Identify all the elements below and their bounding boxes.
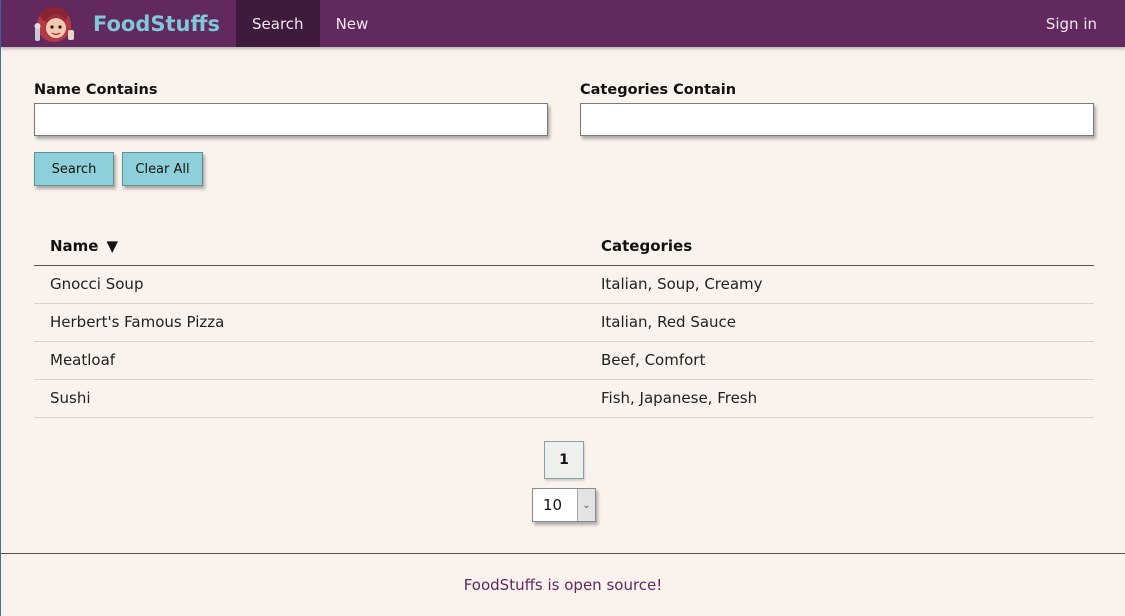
table-row[interactable]: Sushi Fish, Japanese, Fresh [34, 379, 1094, 418]
table-row[interactable]: Meatloaf Beef, Comfort [34, 341, 1094, 380]
column-header-name[interactable]: Name ▼ [34, 227, 585, 266]
chevron-down-icon[interactable]: ⌄ [577, 489, 595, 521]
table-row[interactable]: Gnocci Soup Italian, Soup, Creamy [34, 265, 1094, 304]
cell-name: Gnocci Soup [34, 265, 585, 304]
page-size-value: 10 [543, 496, 563, 514]
table-row[interactable]: Herbert's Famous Pizza Italian, Red Sauc… [34, 303, 1094, 342]
nav-new[interactable]: New [320, 0, 385, 47]
name-contains-input[interactable] [34, 103, 548, 136]
page-number-button[interactable]: 1 [544, 441, 584, 479]
cell-categories: Italian, Soup, Creamy [585, 265, 1094, 304]
chef-avatar-logo-icon [32, 5, 78, 43]
footer: FoodStuffs is open source! [1, 553, 1125, 616]
cell-name: Sushi [34, 379, 585, 418]
sign-in-link[interactable]: Sign in [1030, 0, 1125, 47]
clear-all-button[interactable]: Clear All [122, 152, 203, 186]
categories-contain-label: Categories Contain [580, 82, 737, 98]
column-header-categories[interactable]: Categories [585, 227, 1094, 266]
brand-title: FoodStuffs [93, 11, 221, 36]
cell-name: Meatloaf [34, 341, 585, 380]
categories-contain-input[interactable] [580, 103, 1094, 136]
brand-link[interactable]: FoodStuffs [1, 0, 236, 47]
search-button[interactable]: Search [34, 152, 114, 186]
footer-text: FoodStuffs is open source! [463, 576, 663, 594]
cell-categories: Italian, Red Sauce [585, 303, 1094, 342]
sort-descending-icon[interactable]: ▼ [106, 237, 118, 255]
table-header-row: Name ▼ Categories [34, 227, 1094, 266]
name-contains-label: Name Contains [34, 82, 158, 98]
cell-categories: Beef, Comfort [585, 341, 1094, 380]
cell-categories: Fish, Japanese, Fresh [585, 379, 1094, 418]
page-size-select[interactable]: 10 ⌄ [532, 488, 596, 522]
nav-search[interactable]: Search [236, 0, 320, 47]
cell-name: Herbert's Famous Pizza [34, 303, 585, 342]
top-navbar: FoodStuffs Search New Sign in [1, 0, 1125, 47]
column-header-name-label: Name [50, 236, 99, 255]
results-table: Name ▼ Categories Gnocci Soup Italian, So… [34, 227, 1094, 418]
